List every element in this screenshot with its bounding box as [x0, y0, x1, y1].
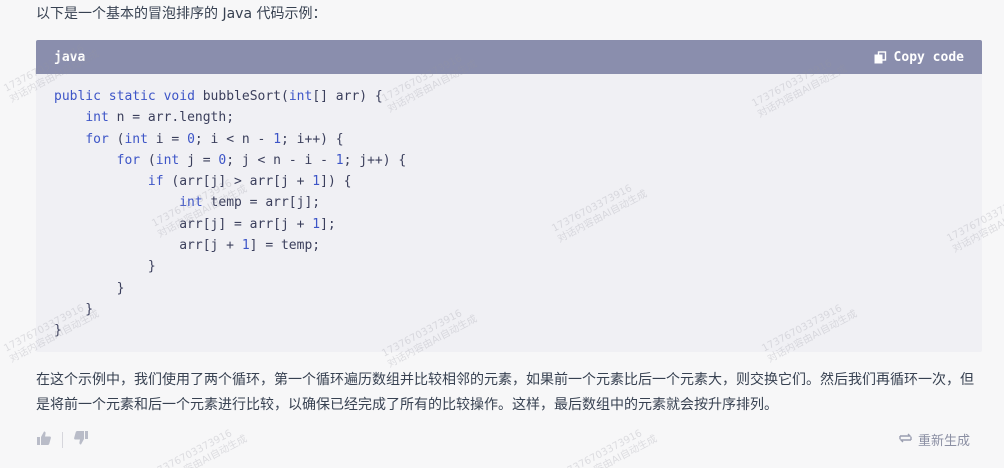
code-text: ]) { [320, 174, 352, 190]
code-keyword: static [108, 89, 156, 104]
code-line: } [54, 299, 982, 320]
code-number: 1 [335, 152, 344, 168]
code-line: } [54, 320, 982, 341]
code-keyword: int [288, 89, 313, 104]
code-block: java Copy code public static void bubble… [36, 40, 982, 352]
code-line: int n = arr.length; [54, 107, 982, 128]
code-line: } [54, 256, 982, 277]
feedback-actions [36, 430, 89, 450]
code-line: if (arr[j] > arr[j + 1]) { [54, 171, 982, 192]
code-text: i = [147, 131, 188, 147]
code-text: [] arr) { [312, 89, 383, 104]
regenerate-button[interactable]: 重新生成 [898, 430, 970, 449]
code-keyword: int [124, 131, 148, 147]
code-keyword: int [85, 110, 109, 126]
thumbs-down-icon[interactable] [73, 430, 89, 450]
code-text: arr[j] = arr[j + [54, 216, 313, 232]
code-keyword: for [116, 152, 141, 168]
code-line: arr[j + 1] = temp; [54, 235, 982, 256]
code-text: ; j < n - i - [226, 152, 336, 168]
code-keyword: if [147, 174, 164, 190]
code-text: ; i < n - [194, 131, 274, 147]
code-keyword: for [85, 131, 109, 147]
code-text: (arr[j] > arr[j + [163, 174, 313, 190]
code-keyword: void [163, 89, 195, 104]
code-text: } [54, 280, 125, 296]
code-text: j = [179, 152, 219, 168]
code-text: ; j++) { [343, 152, 407, 168]
code-text: ]; [320, 216, 336, 232]
watermark: 17376703373916对话内容由AI自动生成 [560, 428, 660, 468]
code-keyword: int [179, 195, 203, 211]
intro-text: 以下是一个基本的冒泡排序的 Java 代码示例： [36, 6, 327, 22]
chat-message: 以下是一个基本的冒泡排序的 Java 代码示例： java Copy code … [0, 0, 1004, 468]
copy-code-button[interactable]: Copy code [874, 50, 964, 65]
code-text: } [54, 323, 62, 339]
code-line: arr[j] = arr[j + 1]; [54, 214, 982, 235]
code-text: ( [140, 152, 156, 168]
actions-divider [62, 432, 63, 448]
code-content: public static void bubbleSort(int[] arr)… [36, 74, 982, 342]
code-header: java Copy code [36, 40, 982, 74]
code-number: 1 [312, 216, 321, 232]
code-text: ; i++) { [281, 131, 344, 147]
code-keyword: public [54, 89, 101, 104]
regenerate-icon [898, 431, 913, 449]
code-text: n = arr.length; [108, 110, 235, 126]
code-number: 1 [312, 174, 321, 190]
code-line: for (int i = 0; i < n - 1; i++) { [54, 129, 982, 150]
code-text: } [54, 301, 94, 317]
code-text: ( [108, 131, 125, 147]
code-number: 1 [241, 238, 250, 254]
code-text: temp = arr[j]; [202, 195, 321, 211]
code-keyword: int [155, 152, 180, 168]
code-number: 1 [273, 131, 282, 147]
code-number: 0 [187, 131, 195, 147]
summary-text: 在这个示例中，我们使用了两个循环，第一个循环遍历数组并比较相邻的元素，如果前一个… [36, 372, 974, 413]
code-language-label: java [54, 49, 86, 65]
code-line: public static void bubbleSort(int[] arr)… [54, 86, 982, 107]
copy-icon [874, 50, 887, 64]
code-text: ] = temp; [249, 238, 321, 254]
code-text: } [54, 259, 156, 275]
copy-code-label: Copy code [893, 49, 964, 65]
code-line: } [54, 278, 982, 299]
regenerate-label: 重新生成 [917, 434, 970, 449]
watermark: 17376703373916对话内容由AI自动生成 [150, 428, 250, 468]
code-line: int temp = arr[j]; [54, 192, 982, 213]
thumbs-up-icon[interactable] [36, 430, 52, 450]
code-line: for (int j = 0; j < n - i - 1; j++) { [54, 150, 982, 171]
code-text: arr[j + [54, 238, 242, 254]
code-text: bubbleSort( [194, 89, 289, 104]
